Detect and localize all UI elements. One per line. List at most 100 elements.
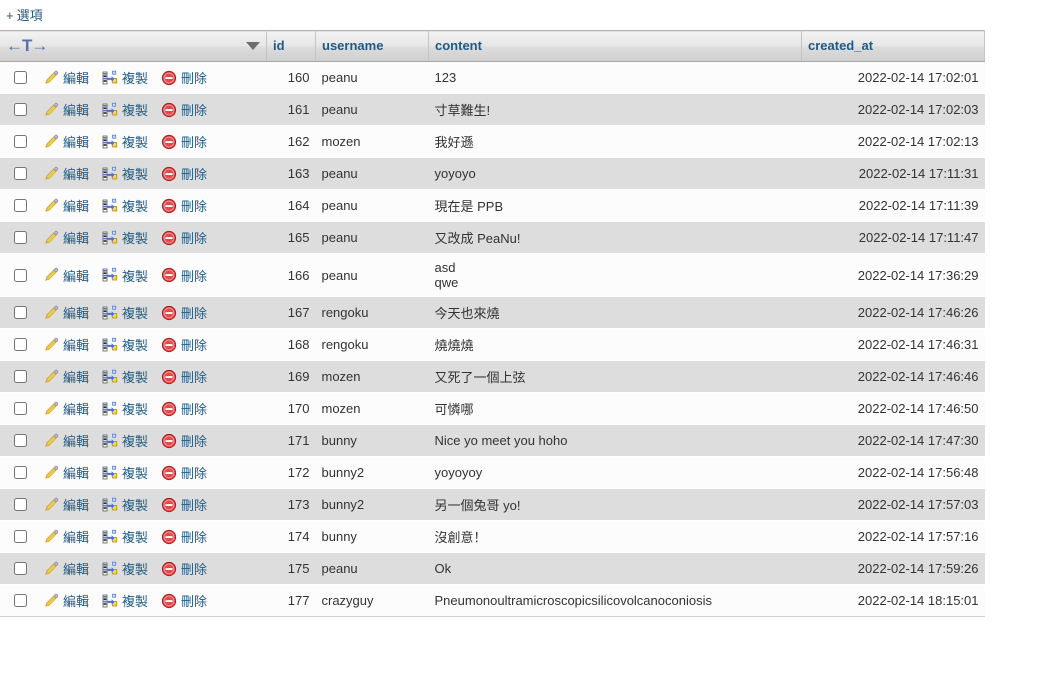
row-select-checkbox[interactable] (14, 562, 27, 576)
copy-row-link[interactable]: 複製 (102, 228, 148, 247)
delete-row-link[interactable]: 刪除 (161, 266, 207, 285)
delete-row-link[interactable]: 刪除 (161, 100, 207, 119)
table-row[interactable]: 編輯 複製 刪除 171 bunny Nice yo meet you hoho 2022-… (0, 424, 985, 458)
edit-row-link[interactable]: 編輯 (43, 132, 89, 151)
delete-row-link[interactable]: 刪除 (161, 335, 207, 354)
delete-row-link[interactable]: 刪除 (161, 399, 207, 418)
table-row[interactable]: 編輯 複製 刪除 168 rengoku 燒燒燒 2022-02-14 17:46:31 (0, 328, 985, 362)
delete-row-link[interactable]: 刪除 (161, 559, 207, 578)
edit-row-link[interactable]: 編輯 (43, 266, 89, 285)
delete-row-link[interactable]: 刪除 (161, 591, 207, 610)
table-row[interactable]: 編輯 複製 刪除 170 mozen 可憐哪 2022-02-14 17:46:50 (0, 392, 985, 426)
row-select-checkbox[interactable] (14, 498, 27, 512)
copy-row-link[interactable]: 複製 (102, 495, 148, 514)
delete-row-link[interactable]: 刪除 (161, 68, 207, 87)
chevron-down-icon[interactable] (246, 42, 260, 51)
row-select-checkbox[interactable] (14, 370, 27, 384)
copy-row-link[interactable]: 複製 (102, 591, 148, 610)
header-created-at-label[interactable]: created_at (808, 38, 873, 53)
edit-row-link[interactable]: 編輯 (43, 68, 89, 87)
delete-row-link[interactable]: 刪除 (161, 495, 207, 514)
header-username[interactable]: username (315, 29, 429, 63)
copy-row-link[interactable]: 複製 (102, 266, 148, 285)
table-row[interactable]: 編輯 複製 刪除 163 peanu yoyoyo 2022-02-14 17:11:31 (0, 157, 985, 191)
delete-row-link[interactable]: 刪除 (161, 367, 207, 386)
delete-row-link[interactable]: 刪除 (161, 164, 207, 183)
copy-row-link[interactable]: 複製 (102, 527, 148, 546)
header-id[interactable]: id (266, 29, 316, 63)
edit-row-link[interactable]: 編輯 (43, 495, 89, 514)
copy-row-link[interactable]: 複製 (102, 431, 148, 450)
table-row[interactable]: 編輯 複製 刪除 174 bunny 沒創意！ 2022-02-14 17:57:16 (0, 520, 985, 554)
table-row[interactable]: 編輯 複製 刪除 160 peanu 123 2022-02-14 17:02:01 (0, 61, 985, 95)
copy-row-link[interactable]: 複製 (102, 164, 148, 183)
edit-row-link[interactable]: 編輯 (43, 591, 89, 610)
table-row[interactable]: 編輯 複製 刪除 175 peanu Ok 2022-02-14 17:59:26 (0, 552, 985, 586)
edit-row-link[interactable]: 編輯 (43, 228, 89, 247)
cell-content: 今天也來燒 (428, 296, 802, 330)
delete-row-link[interactable]: 刪除 (161, 132, 207, 151)
copy-row-link[interactable]: 複製 (102, 68, 148, 87)
copy-row-link[interactable]: 複製 (102, 196, 148, 215)
header-content-label[interactable]: content (435, 38, 482, 53)
row-select-checkbox[interactable] (14, 231, 27, 245)
header-username-label[interactable]: username (322, 38, 383, 53)
delete-row-label: 刪除 (181, 103, 208, 119)
row-select-checkbox[interactable] (14, 167, 27, 181)
edit-row-link[interactable]: 編輯 (43, 559, 89, 578)
row-actions-cell: 編輯 複製 刪除 (0, 488, 267, 522)
row-select-checkbox[interactable] (14, 594, 27, 608)
table-row[interactable]: 編輯 複製 刪除 164 peanu 現在是 PPB 2022-02-14 17:11:39 (0, 189, 985, 223)
row-select-checkbox[interactable] (14, 434, 27, 448)
header-id-label[interactable]: id (273, 38, 285, 53)
row-select-checkbox[interactable] (14, 268, 27, 282)
edit-row-link[interactable]: 編輯 (43, 335, 89, 354)
row-select-checkbox[interactable] (14, 306, 27, 320)
edit-row-link[interactable]: 編輯 (43, 527, 89, 546)
delete-row-link[interactable]: 刪除 (161, 431, 207, 450)
row-select-checkbox[interactable] (14, 466, 27, 480)
edit-row-link[interactable]: 編輯 (43, 100, 89, 119)
show-options-link[interactable]: + 選項 (6, 8, 43, 23)
table-row[interactable]: 編輯 複製 刪除 162 mozen 我好遜 2022-02-14 17:02:13 (0, 125, 985, 159)
edit-row-link[interactable]: 編輯 (43, 303, 89, 322)
table-row[interactable]: 編輯 複製 刪除 165 peanu 又改成 PeaNu! 2022-02-14 17:11… (0, 221, 985, 255)
copy-row-link[interactable]: 複製 (102, 367, 148, 386)
row-select-checkbox[interactable] (14, 402, 27, 416)
copy-row-link[interactable]: 複製 (102, 303, 148, 322)
delete-row-link[interactable]: 刪除 (161, 196, 207, 215)
header-content[interactable]: content (428, 29, 802, 63)
copy-row-link[interactable]: 複製 (102, 399, 148, 418)
copy-row-link[interactable]: 複製 (102, 463, 148, 482)
edit-row-link[interactable]: 編輯 (43, 367, 89, 386)
table-row[interactable]: 編輯 複製 刪除 161 peanu 寸草難生! 2022-02-14 17:02:03 (0, 93, 985, 127)
row-select-checkbox[interactable] (14, 71, 27, 85)
delete-row-link[interactable]: 刪除 (161, 228, 207, 247)
row-navigation-icon[interactable]: ←T→ (6, 37, 48, 54)
table-row[interactable]: 編輯 複製 刪除 166 peanu asd qwe 2022-02-14 17:36:29 (0, 253, 985, 298)
delete-row-link[interactable]: 刪除 (161, 303, 207, 322)
delete-row-link[interactable]: 刪除 (161, 463, 207, 482)
edit-row-link[interactable]: 編輯 (43, 399, 89, 418)
copy-row-link[interactable]: 複製 (102, 132, 148, 151)
row-select-checkbox[interactable] (14, 103, 27, 117)
edit-row-link[interactable]: 編輯 (43, 196, 89, 215)
edit-row-link[interactable]: 編輯 (43, 164, 89, 183)
table-row[interactable]: 編輯 複製 刪除 169 mozen 又死了一個上弦 2022-02-14 17:46:46 (0, 360, 985, 394)
row-select-checkbox[interactable] (14, 135, 27, 149)
copy-row-link[interactable]: 複製 (102, 335, 148, 354)
row-select-checkbox[interactable] (14, 338, 27, 352)
delete-row-link[interactable]: 刪除 (161, 527, 207, 546)
edit-row-link[interactable]: 編輯 (43, 463, 89, 482)
pencil-icon (43, 134, 59, 150)
row-select-checkbox[interactable] (14, 530, 27, 544)
header-created-at[interactable]: created_at (801, 29, 985, 63)
copy-row-link[interactable]: 複製 (102, 559, 148, 578)
table-row[interactable]: 編輯 複製 刪除 172 bunny2 yoyoyoy 2022-02-14 17:56:4… (0, 456, 985, 490)
table-row[interactable]: 編輯 複製 刪除 177 crazyguy Pneumonoultramicroscopi… (0, 584, 985, 618)
edit-row-link[interactable]: 編輯 (43, 431, 89, 450)
table-row[interactable]: 編輯 複製 刪除 173 bunny2 另一個兔哥 yo! 2022-02-14 17:57… (0, 488, 985, 522)
row-select-checkbox[interactable] (14, 199, 27, 213)
copy-row-link[interactable]: 複製 (102, 100, 148, 119)
table-row[interactable]: 編輯 複製 刪除 167 rengoku 今天也來燒 2022-02-14 17:46:26 (0, 296, 985, 330)
